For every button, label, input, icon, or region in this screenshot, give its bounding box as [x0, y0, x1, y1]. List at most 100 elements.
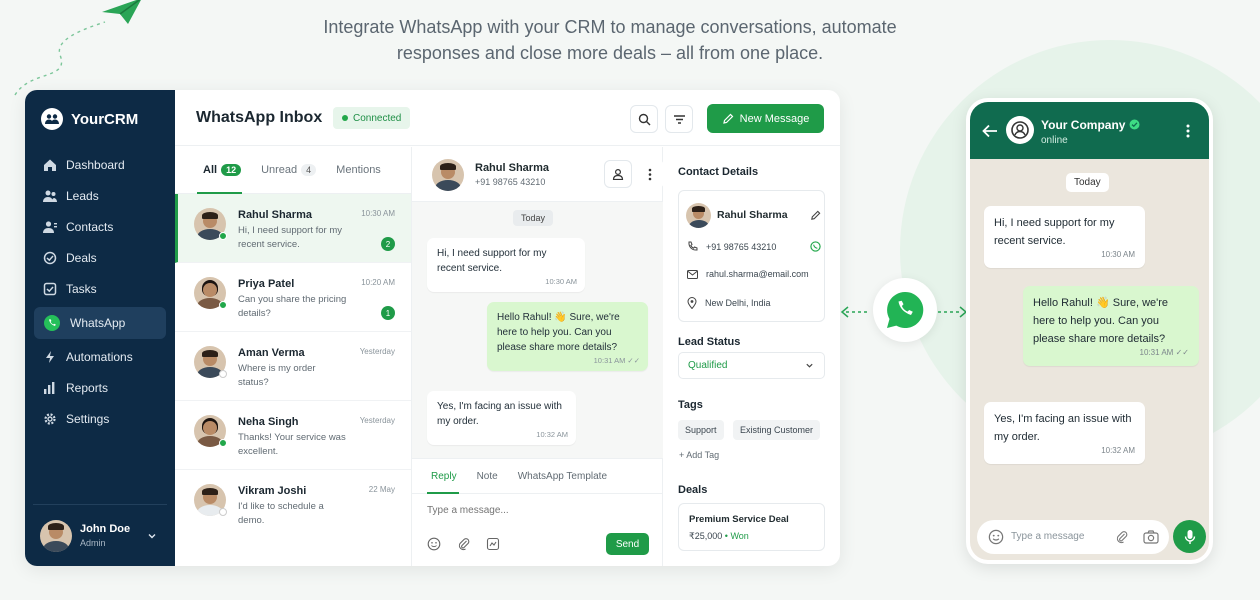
tab-mentions[interactable]: Mentions [336, 164, 381, 176]
message-text: Hello Rahul! 👋 Sure, we're here to help … [497, 312, 620, 353]
filter-button[interactable] [665, 105, 693, 133]
home-icon [44, 159, 56, 171]
search-button[interactable] [630, 105, 658, 133]
emoji-icon[interactable] [988, 529, 1004, 545]
phone-chat-header: Your Company online [970, 102, 1209, 159]
deal-icon [43, 251, 57, 265]
online-indicator-icon [219, 439, 227, 447]
send-button[interactable]: Send [606, 533, 649, 555]
chat-header: Rahul Sharma +91 98765 43210 [412, 147, 664, 202]
deal-card[interactable]: Premium Service Deal ₹25,000 • Won [678, 503, 825, 551]
location-pin-icon [687, 297, 697, 309]
add-tag-button[interactable]: + Add Tag [679, 450, 719, 460]
verified-badge-icon [1129, 119, 1140, 130]
chart-icon [44, 382, 55, 394]
message-text: Hello Rahul! 👋 Sure, we're here to help … [1033, 297, 1169, 345]
sidebar-item-dashboard[interactable]: Dashboard [34, 150, 166, 180]
contact-email: rahul.sharma@email.com [706, 269, 809, 279]
user-role: Admin [80, 538, 106, 548]
tab-whatsapp-template[interactable]: WhatsApp Template [518, 471, 607, 482]
gear-icon [44, 413, 56, 425]
message-preview: Where is my order status? [238, 363, 316, 388]
chevron-down-icon[interactable] [147, 531, 157, 541]
section-title: Contact Details [678, 166, 759, 178]
section-title: Tags [678, 399, 703, 411]
sidebar-item-label: Settings [66, 412, 110, 426]
unread-badge: 1 [381, 306, 395, 320]
status-dot-icon [342, 115, 348, 121]
tab-unread[interactable]: Unread 4 [261, 164, 317, 176]
template-icon[interactable] [486, 537, 500, 551]
date-separator: Today [513, 210, 554, 226]
phone-screen: Your Company online Today Hi, I need sup… [970, 102, 1209, 560]
section-title: Lead Status [678, 336, 741, 348]
contact-phone: +91 98765 43210 [706, 241, 777, 252]
crm-app-window: YourCRM Dashboard Leads Contacts Deals T… [25, 90, 840, 566]
emoji-icon[interactable] [427, 537, 441, 551]
contact-details-panel: Contact Details Rahul Sharma +91 98765 4… [663, 147, 840, 566]
new-message-label: New Message [739, 112, 810, 125]
inbox-header: WhatsApp Inbox Connected New Message [175, 90, 840, 146]
kebab-menu-icon[interactable] [1186, 124, 1190, 138]
edit-icon[interactable] [810, 210, 821, 221]
deal-meta: ₹25,000 • Won [689, 531, 749, 541]
tag-chip[interactable]: Existing Customer [733, 420, 821, 440]
message-preview: Thanks! Your service was excellent. [238, 432, 346, 457]
sidebar-item-automations[interactable]: Automations [34, 342, 166, 372]
incoming-message: Hi, I need support for my recent service… [984, 206, 1145, 268]
avatar [40, 519, 72, 552]
conversation-item[interactable]: Vikram Joshi I'd like to schedule a demo… [175, 470, 411, 539]
sidebar-item-deals[interactable]: Deals [34, 243, 166, 273]
online-indicator-icon [219, 232, 227, 240]
conversation-item[interactable]: Neha Singh Thanks! Your service was exce… [175, 401, 411, 470]
tab-all[interactable]: All 12 [203, 164, 242, 176]
sidebar-item-contacts[interactable]: Contacts [34, 212, 166, 242]
sidebar-item-whatsapp[interactable]: WhatsApp [34, 307, 166, 339]
contact-location-row: New Delhi, India [687, 297, 771, 309]
lead-status-value: Qualified [688, 360, 728, 371]
phone-message-input[interactable]: Type a message [977, 520, 1169, 554]
count-badge: 12 [221, 164, 242, 176]
conversation-item[interactable]: Aman Verma Where is my order status? Yes… [175, 332, 411, 401]
sidebar-item-reports[interactable]: Reports [34, 373, 166, 403]
brand-logo[interactable]: YourCRM [41, 108, 138, 130]
lead-status-select[interactable]: Qualified [678, 352, 825, 379]
tag-chip[interactable]: Support [678, 420, 724, 440]
back-arrow-icon[interactable] [982, 124, 998, 138]
contact-location: New Delhi, India [705, 298, 771, 308]
tab-note[interactable]: Note [477, 471, 498, 482]
message-preview: Can you share the pricing details? [238, 294, 347, 319]
sidebar-item-leads[interactable]: Leads [34, 181, 166, 211]
brand-name: YourCRM [71, 110, 139, 128]
user-profile[interactable]: John Doe Admin [33, 504, 167, 566]
message-input[interactable] [427, 505, 647, 516]
more-options-button[interactable] [636, 160, 664, 188]
automation-icon [46, 351, 54, 363]
active-tab-indicator [427, 492, 459, 494]
mic-button[interactable] [1173, 520, 1206, 553]
conversation-item[interactable]: Rahul Sharma Hi, I need support for my r… [175, 194, 411, 263]
incoming-message: Yes, I'm facing an issue with my order. 1… [984, 402, 1145, 464]
incoming-message: Hi, I need support for my recent service… [427, 238, 585, 292]
conversation-item[interactable]: Priya Patel Can you share the pricing de… [175, 263, 411, 332]
whatsapp-small-icon[interactable] [810, 241, 821, 252]
sidebar-item-tasks[interactable]: Tasks [34, 274, 166, 304]
message-time: Yesterday [359, 416, 395, 425]
sidebar-item-label: Contacts [66, 220, 114, 234]
attachment-icon[interactable] [457, 537, 471, 551]
contact-phone-row: +91 98765 43210 [687, 241, 776, 252]
contact-name: Rahul Sharma [717, 209, 788, 221]
deal-name: Premium Service Deal [689, 514, 789, 525]
contact-email-row: rahul.sharma@email.com [687, 269, 809, 279]
attachment-icon[interactable] [1115, 530, 1129, 544]
microphone-icon [1184, 529, 1195, 544]
camera-icon[interactable] [1143, 530, 1159, 544]
online-indicator-icon [219, 301, 227, 309]
inbox-tabs: All 12 Unread 4 Mentions [175, 147, 411, 194]
new-message-button[interactable]: New Message [707, 104, 824, 133]
contact-profile-button[interactable] [604, 160, 632, 188]
sidebar-item-settings[interactable]: Settings [34, 404, 166, 434]
outgoing-message: Hello Rahul! 👋 Sure, we're here to help … [1023, 286, 1199, 366]
input-placeholder: Type a message [1011, 531, 1085, 542]
tab-reply[interactable]: Reply [431, 471, 457, 482]
